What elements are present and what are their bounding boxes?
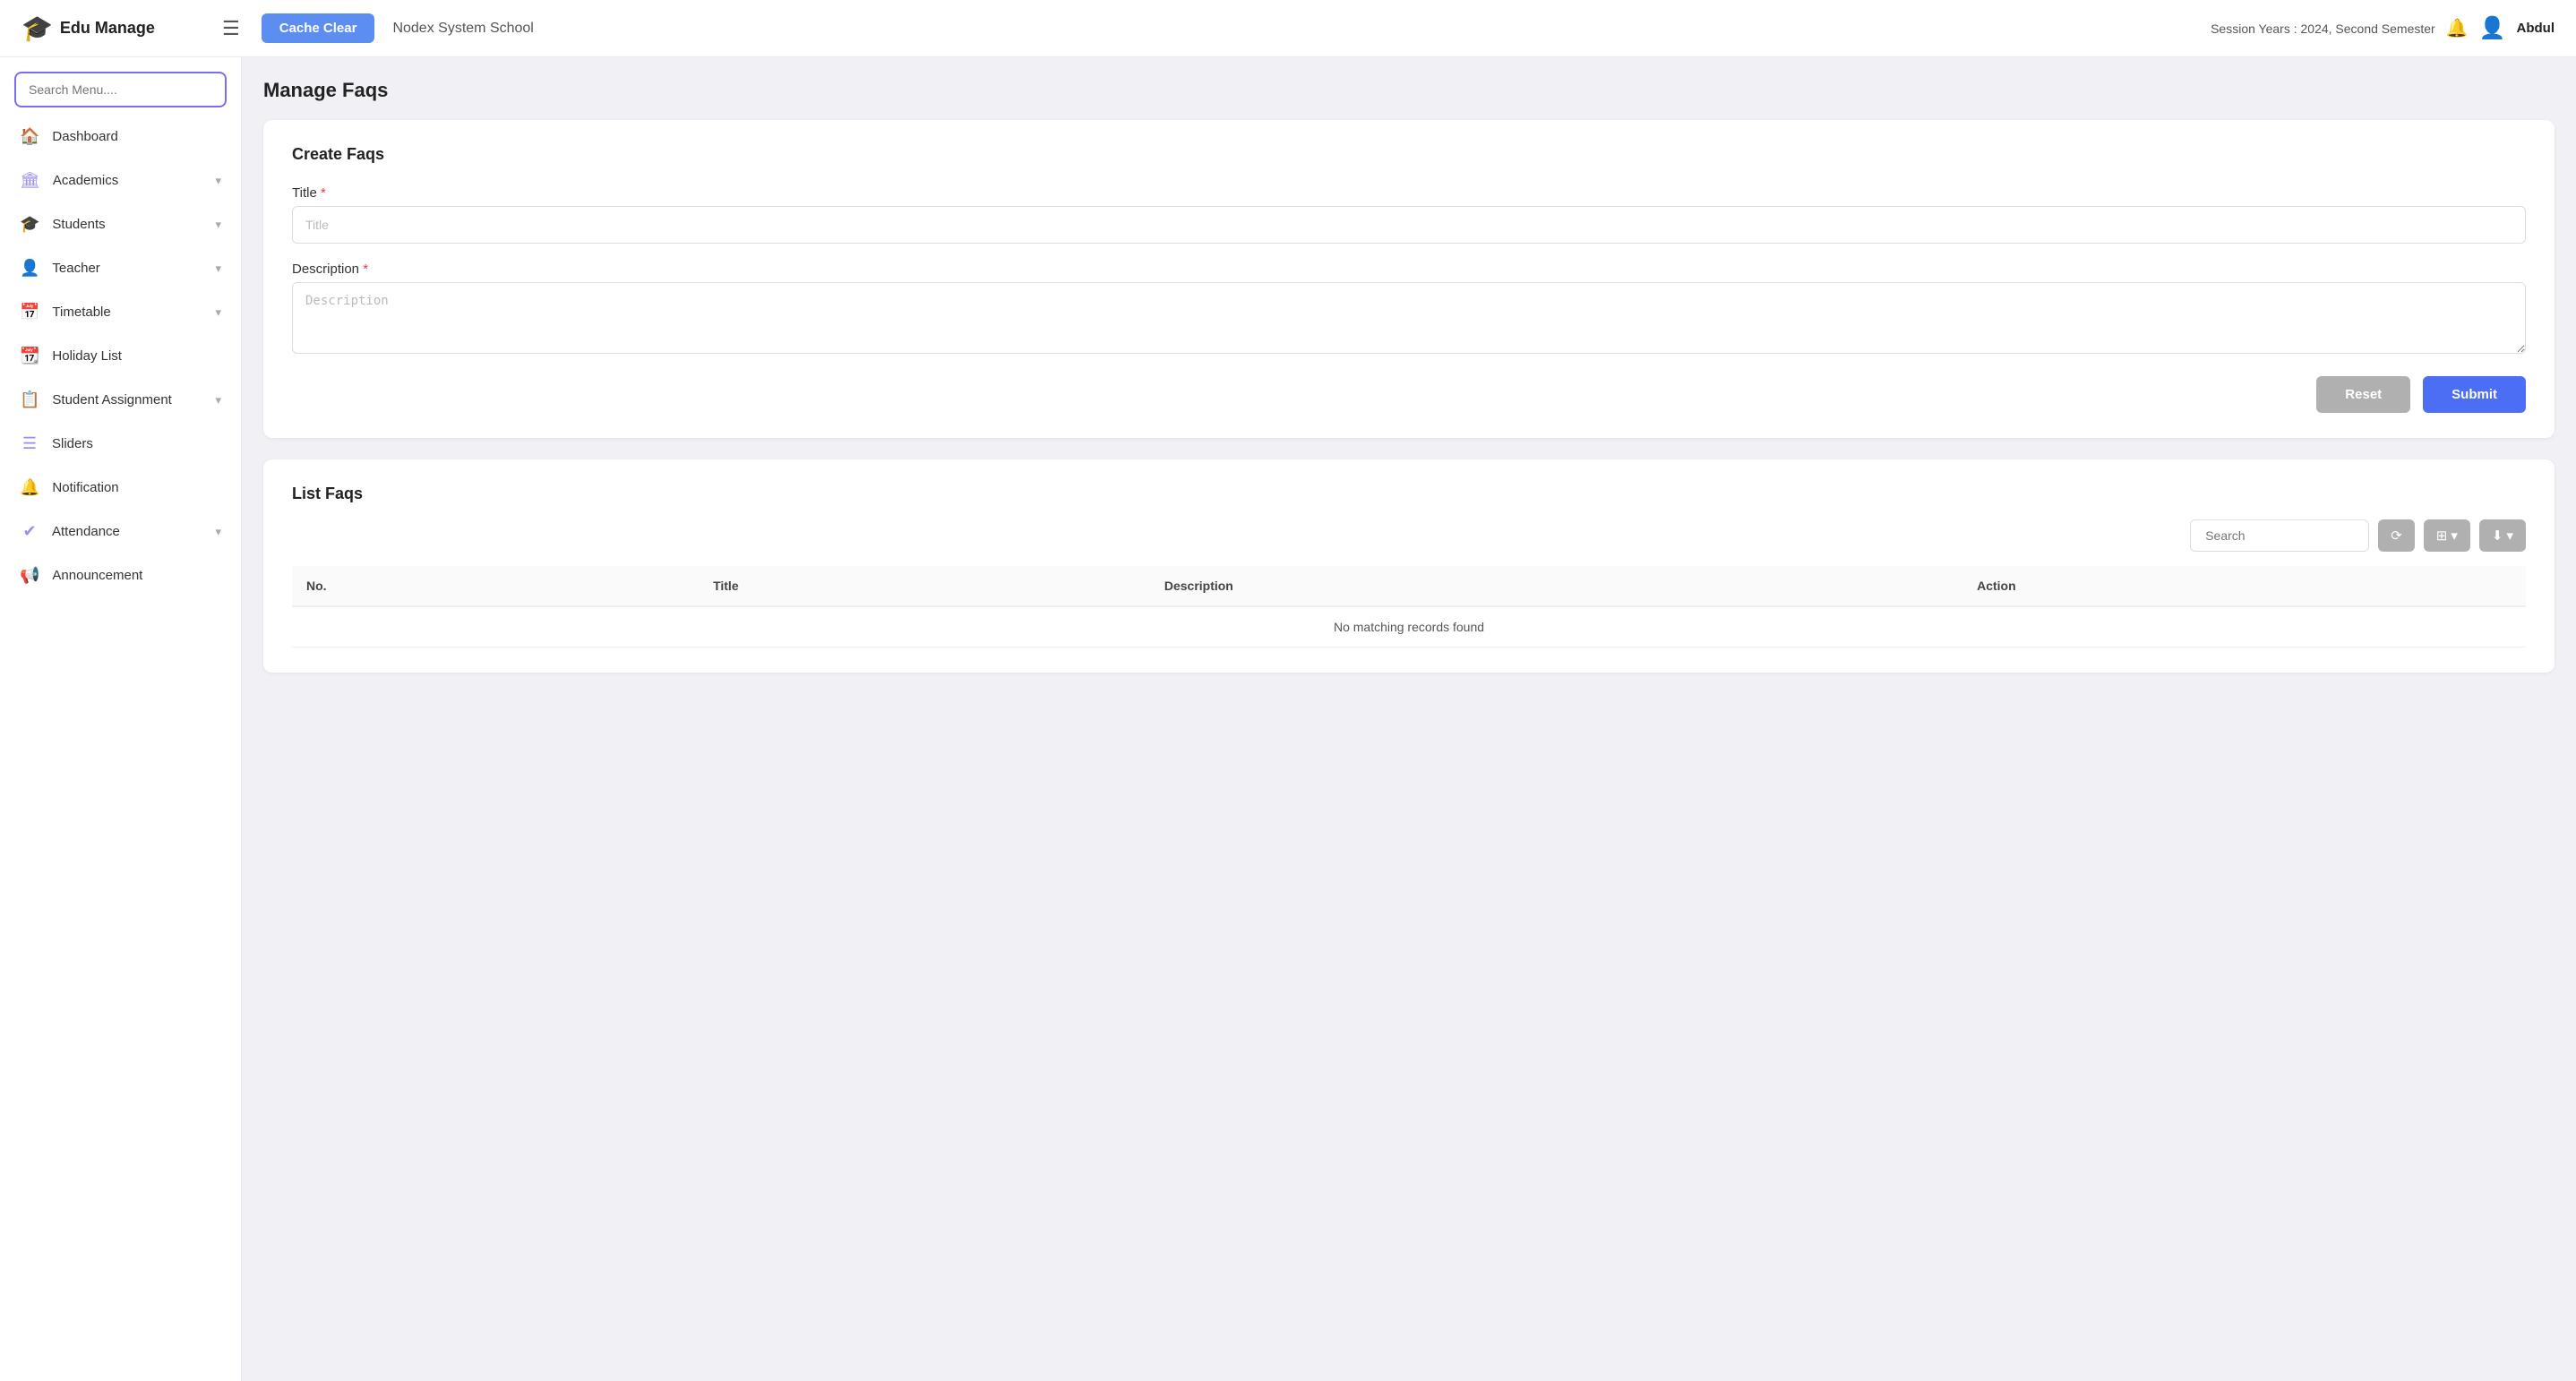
- faq-table: No. Title Description Action No matching…: [292, 566, 2526, 648]
- sidebar-items-container: 🏠 Dashboard 🏛 Academics ▾ 🎓 Students ▾ 👤…: [0, 115, 241, 597]
- main-layout: 🏠 Dashboard 🏛 Academics ▾ 🎓 Students ▾ 👤…: [0, 57, 2576, 1381]
- nav-icon-students: 🎓: [20, 215, 39, 234]
- table-header-row: No. Title Description Action: [292, 566, 2526, 606]
- list-faqs-section: List Faqs ⟳ ⊞ ▾ ⬇ ▾: [263, 459, 2555, 673]
- sidebar-item-timetable[interactable]: 📅 Timetable ▾: [0, 290, 241, 334]
- description-input[interactable]: [292, 282, 2526, 354]
- col-no: No.: [292, 566, 699, 606]
- nav-icon-teacher: 👤: [20, 259, 39, 278]
- sidebar-item-dashboard[interactable]: 🏠 Dashboard: [0, 115, 241, 159]
- list-header: List Faqs: [292, 485, 2526, 503]
- nav-icon-academics: 🏛: [20, 171, 40, 190]
- table-body: No matching records found: [292, 606, 2526, 648]
- submit-button[interactable]: Submit: [2423, 376, 2526, 413]
- content-area: Manage Faqs Create Faqs Title * Descript…: [242, 57, 2576, 1381]
- no-records-row: No matching records found: [292, 606, 2526, 648]
- create-faqs-title: Create Faqs: [292, 145, 2526, 164]
- download-button[interactable]: ⬇ ▾: [2479, 519, 2526, 552]
- sidebar-item-academics[interactable]: 🏛 Academics ▾: [0, 159, 241, 202]
- logo-text: Edu Manage: [60, 19, 155, 38]
- columns-button[interactable]: ⊞ ▾: [2424, 519, 2470, 552]
- nav-label-students: Students: [52, 217, 202, 232]
- chevron-icon-timetable: ▾: [215, 305, 221, 320]
- list-faqs-title: List Faqs: [292, 485, 363, 503]
- chevron-icon-student-assignment: ▾: [215, 393, 221, 407]
- logo-icon: 🎓: [21, 13, 53, 43]
- list-search-input[interactable]: [2190, 519, 2369, 552]
- title-form-group: Title *: [292, 185, 2526, 244]
- sidebar-item-student-assignment[interactable]: 📋 Student Assignment ▾: [0, 378, 241, 422]
- nav-label-timetable: Timetable: [52, 305, 202, 320]
- sidebar-item-teacher[interactable]: 👤 Teacher ▾: [0, 246, 241, 290]
- chevron-icon-academics: ▾: [215, 174, 221, 188]
- table-head: No. Title Description Action: [292, 566, 2526, 606]
- nav-label-attendance: Attendance: [52, 524, 202, 539]
- description-label: Description *: [292, 262, 2526, 277]
- nav-label-sliders: Sliders: [52, 436, 221, 451]
- nav-icon-sliders: ☰: [20, 434, 39, 453]
- chevron-icon-teacher: ▾: [215, 262, 221, 276]
- columns-chevron-icon: ▾: [2451, 528, 2458, 544]
- sidebar-item-announcement[interactable]: 📢 Announcement: [0, 553, 241, 597]
- nav-label-teacher: Teacher: [52, 261, 202, 276]
- sidebar-item-notification[interactable]: 🔔 Notification: [0, 466, 241, 510]
- col-action: Action: [1962, 566, 2526, 606]
- school-name: Nodex System School: [392, 21, 533, 37]
- nav-icon-holiday-list: 📆: [20, 347, 39, 365]
- user-name: Abdul: [2517, 21, 2555, 36]
- nav-icon-announcement: 📢: [20, 566, 39, 585]
- nav-label-student-assignment: Student Assignment: [52, 392, 202, 407]
- download-icon: ⬇: [2492, 528, 2503, 544]
- nav-icon-timetable: 📅: [20, 303, 39, 322]
- nav-icon-dashboard: 🏠: [20, 127, 39, 146]
- list-controls: ⟳ ⊞ ▾ ⬇ ▾: [292, 519, 2526, 552]
- notification-icon[interactable]: 🔔: [2446, 17, 2469, 39]
- reset-button[interactable]: Reset: [2316, 376, 2410, 413]
- title-required-star: *: [321, 185, 326, 201]
- no-records-text: No matching records found: [292, 606, 2526, 648]
- search-input-wrap: [2190, 519, 2369, 552]
- col-description: Description: [1150, 566, 1962, 606]
- description-required-star: *: [363, 262, 368, 277]
- refresh-button[interactable]: ⟳: [2378, 519, 2415, 552]
- page-title: Manage Faqs: [263, 79, 2555, 102]
- chevron-icon-attendance: ▾: [215, 525, 221, 539]
- nav-icon-attendance: ✔: [20, 522, 39, 541]
- cache-clear-button[interactable]: Cache Clear: [262, 13, 375, 43]
- topnav: 🎓 Edu Manage ☰ Cache Clear Nodex System …: [0, 0, 2576, 57]
- hamburger-button[interactable]: ☰: [215, 13, 247, 44]
- nav-icon-notification: 🔔: [20, 478, 39, 497]
- create-faqs-card: Create Faqs Title * Description * Reset …: [263, 120, 2555, 438]
- title-label: Title *: [292, 185, 2526, 201]
- chevron-icon-students: ▾: [215, 218, 221, 232]
- nav-label-dashboard: Dashboard: [52, 129, 221, 144]
- sidebar-item-students[interactable]: 🎓 Students ▾: [0, 202, 241, 246]
- session-info: Session Years : 2024, Second Semester: [2211, 21, 2435, 36]
- title-input[interactable]: [292, 206, 2526, 244]
- col-title: Title: [699, 566, 1150, 606]
- sidebar-item-sliders[interactable]: ☰ Sliders: [0, 422, 241, 466]
- sidebar-item-holiday-list[interactable]: 📆 Holiday List: [0, 334, 241, 378]
- columns-icon: ⊞: [2436, 528, 2448, 544]
- description-form-group: Description *: [292, 262, 2526, 358]
- search-menu-input[interactable]: [14, 72, 227, 107]
- nav-label-announcement: Announcement: [52, 568, 221, 583]
- user-avatar: 👤: [2479, 15, 2506, 41]
- nav-icon-student-assignment: 📋: [20, 390, 39, 409]
- search-menu-wrap: [0, 57, 241, 115]
- nav-label-notification: Notification: [52, 480, 221, 495]
- refresh-icon: ⟳: [2391, 528, 2402, 544]
- nav-label-holiday-list: Holiday List: [52, 348, 221, 364]
- sidebar: 🏠 Dashboard 🏛 Academics ▾ 🎓 Students ▾ 👤…: [0, 57, 242, 1381]
- form-actions: Reset Submit: [292, 376, 2526, 413]
- logo-area: 🎓 Edu Manage: [21, 13, 201, 43]
- download-chevron-icon: ▾: [2506, 528, 2513, 544]
- topnav-right: Session Years : 2024, Second Semester 🔔 …: [2211, 15, 2555, 41]
- nav-label-academics: Academics: [53, 173, 203, 188]
- sidebar-item-attendance[interactable]: ✔ Attendance ▾: [0, 510, 241, 553]
